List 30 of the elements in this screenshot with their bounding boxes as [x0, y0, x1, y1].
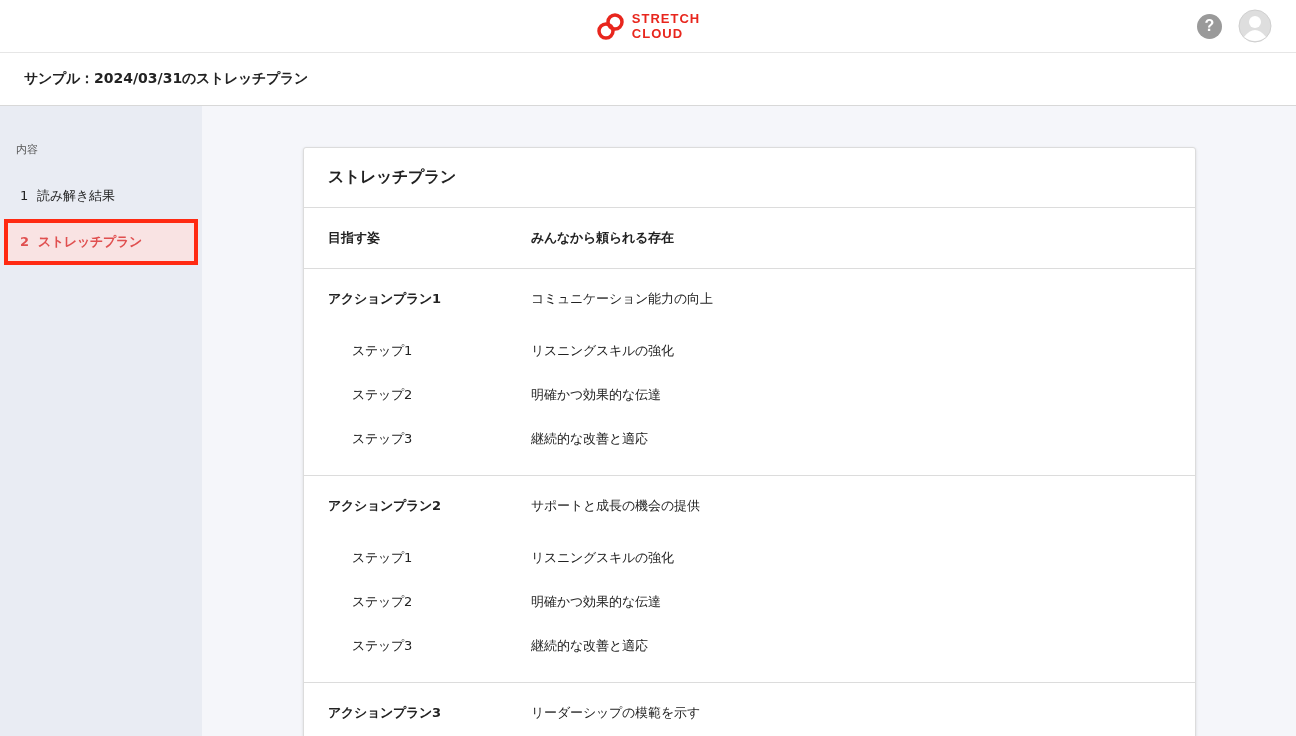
step-label: ステップ3 [351, 637, 414, 655]
step-label: ステップ2 [351, 386, 414, 404]
row-value: みんなから頼られる存在 [531, 229, 674, 247]
sidebar-item[interactable]: 1 読み解き結果 [4, 173, 198, 219]
step-label: ステップ3 [351, 430, 414, 448]
card-title: ストレッチプラン [328, 167, 456, 188]
plan-label: アクションプラン3 [328, 704, 443, 722]
step-label: ステップ1 [351, 549, 414, 567]
logo-icon [595, 12, 626, 40]
plan-value: コミュニケーション能力の向上 [531, 290, 713, 308]
step-value: 明確かつ効果的な伝達 [531, 386, 661, 404]
plan-value: サポートと成長の機会の提供 [531, 497, 700, 515]
step-value: リスニングスキルの強化 [531, 549, 674, 567]
step-label: ステップ1 [351, 342, 414, 360]
logo-text: CLOUD [631, 26, 684, 41]
step-label: ステップ2 [351, 593, 414, 611]
step-value: 継続的な改善と適応 [531, 637, 648, 655]
step-value: 継続的な改善と適応 [531, 430, 648, 448]
sidebar-heading: 内容 [15, 142, 39, 157]
help-button[interactable]: ? [1197, 13, 1222, 39]
step-value: 明確かつ効果的な伝達 [531, 593, 661, 611]
avatar-icon[interactable] [1238, 9, 1272, 43]
row-label: 目指す姿 [328, 229, 381, 247]
step-value: リスニングスキルの強化 [531, 342, 674, 360]
sidebar-item[interactable]: 2 ストレッチプラン [4, 219, 198, 265]
plan-label: アクションプラン2 [328, 497, 443, 515]
plan-value: リーダーシップの模範を示す [531, 704, 700, 722]
page-title: サンプル：2024/03/31のストレッチプラン [24, 70, 309, 88]
plan-label: アクションプラン1 [328, 290, 443, 308]
logo-text: STRETCH [631, 11, 701, 26]
